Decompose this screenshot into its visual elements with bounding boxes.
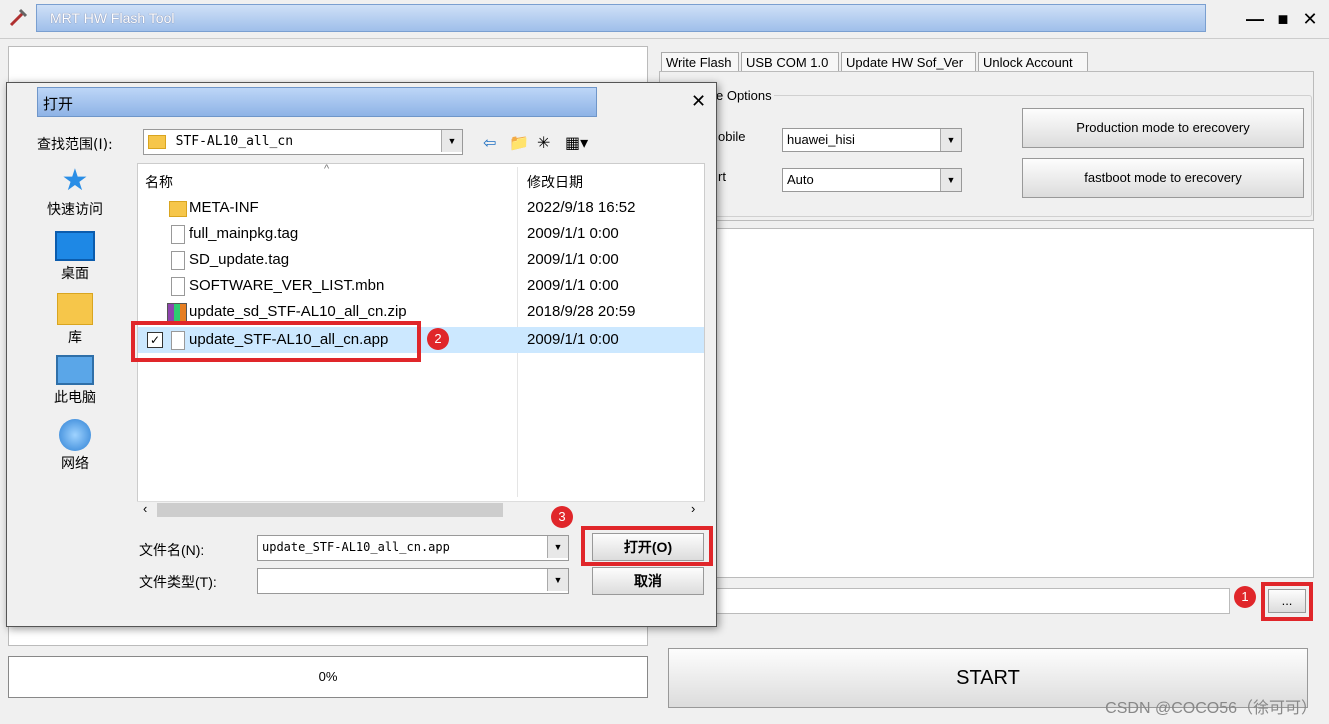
library-icon bbox=[57, 293, 93, 325]
window-title: MRT HW Flash Tool bbox=[50, 10, 175, 26]
filetype-label: 文件类型(T): bbox=[139, 574, 217, 590]
badge-3: 3 bbox=[551, 506, 573, 528]
place-library[interactable]: 库 bbox=[39, 293, 111, 347]
file-date: 2022/9/18 16:52 bbox=[527, 199, 636, 216]
zip-archive-icon bbox=[167, 303, 187, 322]
mobile-label: obile bbox=[718, 129, 746, 144]
file-name: SD_update.tag bbox=[189, 251, 290, 268]
list-item[interactable]: SOFTWARE_VER_LIST.mbn 2009/1/1 0:00 bbox=[167, 273, 707, 299]
chevron-down-icon[interactable]: ▼ bbox=[547, 536, 568, 558]
log-area bbox=[659, 228, 1314, 578]
place-label: 桌面 bbox=[61, 265, 89, 281]
file-date: 2009/1/1 0:00 bbox=[527, 277, 619, 294]
chevron-down-icon[interactable]: ▼ bbox=[441, 130, 462, 152]
place-label: 此电脑 bbox=[54, 389, 96, 405]
filename-value: update_STF-AL10_all_cn.app bbox=[262, 540, 450, 554]
options-group-label: e Options bbox=[714, 88, 774, 103]
file-icon bbox=[171, 277, 185, 296]
desktop-icon bbox=[55, 231, 95, 261]
file-date: 2009/1/1 0:00 bbox=[527, 225, 619, 242]
file-date: 2018/9/28 20:59 bbox=[527, 303, 636, 320]
sort-arrow-icon: ^ bbox=[324, 163, 330, 175]
maximize-button[interactable]: ■ bbox=[1270, 8, 1296, 30]
file-icon bbox=[171, 251, 185, 270]
chevron-down-icon[interactable]: ▼ bbox=[940, 129, 961, 151]
file-name: full_mainpkg.tag bbox=[189, 225, 299, 242]
filename-input[interactable]: update_STF-AL10_all_cn.app ▼ bbox=[257, 535, 569, 561]
production-mode-button[interactable]: Production mode to erecovery bbox=[1022, 108, 1304, 148]
list-item[interactable]: SD_update.tag 2009/1/1 0:00 bbox=[167, 247, 707, 273]
file-icon bbox=[171, 225, 185, 244]
file-date: 2009/1/1 0:00 bbox=[527, 251, 619, 268]
tab-write-flash[interactable]: Write Flash bbox=[661, 52, 739, 72]
column-header-name[interactable]: 名称 bbox=[145, 172, 173, 192]
mobile-select[interactable]: huawei_hisi ▼ bbox=[782, 128, 962, 152]
star-icon: ★ bbox=[61, 164, 89, 197]
place-label: 快速访问 bbox=[47, 201, 103, 217]
minimize-button[interactable]: — bbox=[1242, 8, 1268, 30]
place-label: 库 bbox=[68, 329, 82, 345]
badge-2: 2 bbox=[427, 328, 449, 350]
close-button[interactable]: ✕ bbox=[1297, 8, 1323, 30]
title-field bbox=[36, 4, 1206, 32]
scrollbar-thumb[interactable] bbox=[157, 503, 503, 517]
back-icon[interactable]: ⇦ bbox=[483, 133, 496, 153]
tab-update-hw[interactable]: Update HW Sof_Ver bbox=[841, 52, 976, 72]
file-date: 2009/1/1 0:00 bbox=[527, 331, 619, 348]
folder-icon bbox=[148, 134, 166, 149]
folder-icon bbox=[169, 201, 187, 217]
port-label: rt bbox=[718, 169, 726, 184]
highlight-box-browse bbox=[1261, 582, 1313, 621]
cancel-button[interactable]: 取消 bbox=[592, 567, 704, 595]
fastboot-mode-button[interactable]: fastboot mode to erecovery bbox=[1022, 158, 1304, 198]
list-item[interactable]: full_mainpkg.tag 2009/1/1 0:00 bbox=[167, 221, 707, 247]
network-globe-icon bbox=[59, 419, 91, 451]
file-name: SOFTWARE_VER_LIST.mbn bbox=[189, 277, 385, 294]
computer-icon bbox=[56, 355, 94, 385]
scroll-right-icon[interactable]: › bbox=[691, 501, 695, 516]
dialog-title: 打开 bbox=[43, 96, 74, 113]
list-item[interactable]: META-INF 2022/9/18 16:52 bbox=[167, 195, 707, 221]
tab-usb-com[interactable]: USB COM 1.0 bbox=[741, 52, 839, 72]
tab-unlock-account[interactable]: Unlock Account bbox=[978, 52, 1088, 72]
progress-bar: 0% bbox=[8, 656, 648, 698]
port-select[interactable]: Auto ▼ bbox=[782, 168, 962, 192]
place-network[interactable]: 网络 bbox=[39, 419, 111, 473]
mobile-select-value: huawei_hisi bbox=[787, 132, 855, 147]
chevron-down-icon[interactable]: ▼ bbox=[940, 169, 961, 191]
badge-1: 1 bbox=[1234, 586, 1256, 608]
file-path-field[interactable] bbox=[700, 588, 1230, 614]
new-folder-icon[interactable]: ✳ bbox=[537, 133, 550, 153]
filename-label: 文件名(N): bbox=[139, 542, 205, 558]
watermark: CSDN @COCO56（徐可可） bbox=[1105, 700, 1317, 717]
lookin-select-value: STF-AL10_all_cn bbox=[175, 134, 294, 149]
app-icon bbox=[9, 8, 28, 27]
dialog-close-button[interactable]: ✕ bbox=[691, 91, 706, 112]
port-select-value: Auto bbox=[787, 172, 814, 187]
place-this-pc[interactable]: 此电脑 bbox=[39, 355, 111, 407]
scroll-left-icon[interactable]: ‹ bbox=[143, 501, 147, 516]
dialog-title-field bbox=[37, 87, 597, 117]
column-header-modified[interactable]: 修改日期 bbox=[527, 172, 583, 192]
highlight-box-selected-file bbox=[131, 321, 421, 362]
file-name: META-INF bbox=[189, 199, 259, 216]
lookin-label: 查找范围(I): bbox=[37, 137, 113, 153]
chevron-down-icon[interactable]: ▼ bbox=[547, 569, 568, 591]
up-folder-icon[interactable]: 📁 bbox=[509, 133, 529, 153]
place-quick-access[interactable]: ★ 快速访问 bbox=[39, 165, 111, 219]
highlight-box-open bbox=[581, 526, 713, 566]
place-desktop[interactable]: 桌面 bbox=[39, 231, 111, 283]
filetype-select[interactable]: ▼ bbox=[257, 568, 569, 594]
lookin-select[interactable]: STF-AL10_all_cn ▼ bbox=[143, 129, 463, 155]
place-label: 网络 bbox=[61, 455, 89, 471]
view-menu-icon[interactable]: ▦▾ bbox=[565, 133, 588, 153]
open-file-dialog: 打开 ✕ 查找范围(I): STF-AL10_all_cn ▼ ⇦ 📁 ✳ ▦▾… bbox=[6, 82, 717, 627]
